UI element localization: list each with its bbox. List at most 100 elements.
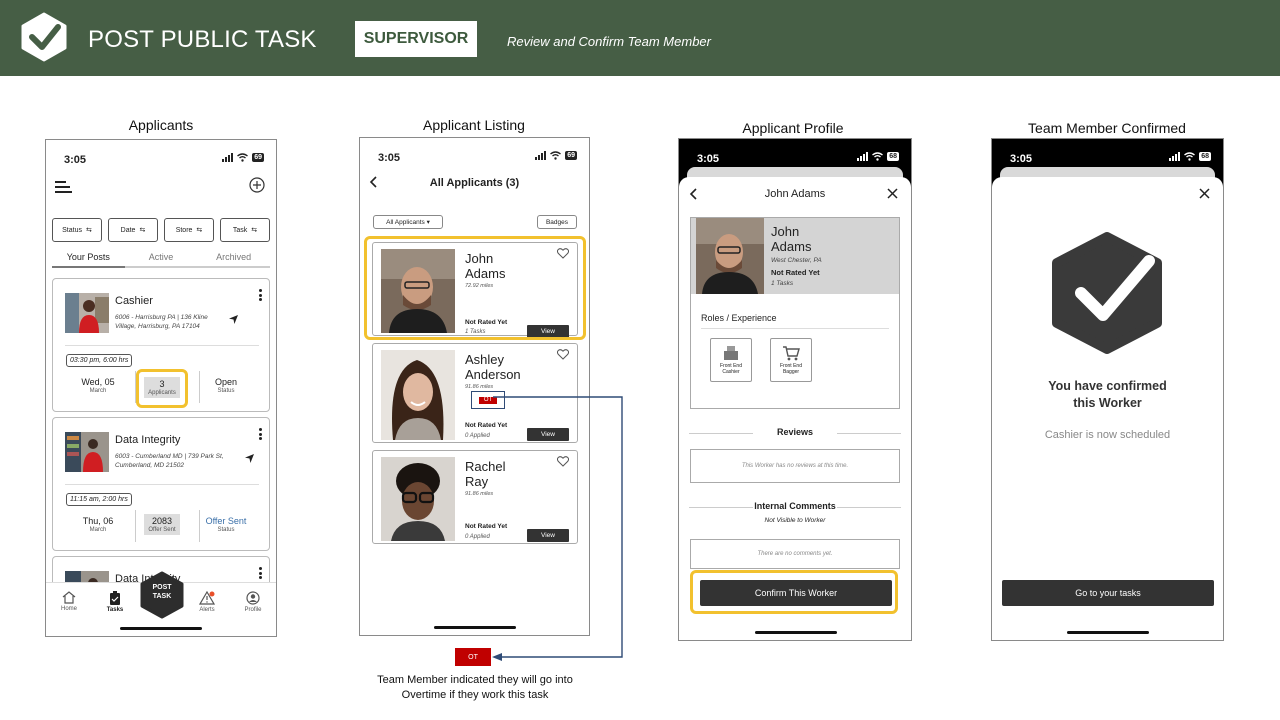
view-button[interactable]: View bbox=[527, 529, 569, 542]
close-icon[interactable] bbox=[1199, 188, 1210, 199]
task-photo-data-integrity bbox=[65, 432, 109, 472]
applicant-tasks: 0 Applied bbox=[465, 534, 490, 540]
wifi-icon bbox=[550, 151, 562, 160]
status-value: Offer Sent bbox=[205, 516, 247, 526]
nav-profile[interactable]: Profile bbox=[238, 591, 268, 613]
applicant-card-rachel-ray[interactable]: Rachel Ray 91.86 miles Not Rated Yet 0 Ap… bbox=[372, 450, 578, 544]
scheduled-message: Cashier is now scheduled bbox=[1044, 429, 1171, 441]
applicant-photo-rachel bbox=[381, 457, 455, 541]
panel-label-listing: Applicant Listing bbox=[423, 117, 525, 133]
all-applicants-dropdown[interactable]: All Applicants ▾ bbox=[373, 215, 443, 229]
selected-applicant-highlight bbox=[364, 236, 586, 340]
post-task-line1: POST bbox=[152, 584, 172, 591]
profile-location: West Chester, PA bbox=[771, 257, 822, 264]
offer-count: 2083 bbox=[151, 516, 173, 526]
heart-icon[interactable] bbox=[557, 456, 569, 467]
applicant-rating: Not Rated Yet bbox=[465, 523, 508, 530]
status-bar: 3:05 69 bbox=[360, 138, 589, 174]
offer-meta[interactable]: 2083 Offer Sent bbox=[127, 514, 197, 536]
check-shield-logo-icon bbox=[21, 12, 67, 62]
comments-heading: Internal Comments bbox=[689, 501, 901, 511]
phone-confirmed: 3:05 68 You have confirmed this Worker C… bbox=[991, 138, 1224, 641]
status-icons: 68 bbox=[857, 152, 899, 161]
tab-archived[interactable]: Archived bbox=[197, 250, 271, 268]
signal-icon bbox=[857, 152, 869, 161]
role-line2: Bagger bbox=[782, 369, 800, 375]
page-subtitle: Review and Confirm Team Member bbox=[507, 34, 711, 49]
task-title: Cashier bbox=[115, 295, 153, 307]
more-options-icon[interactable] bbox=[259, 289, 262, 301]
close-icon[interactable] bbox=[887, 188, 898, 199]
filter-task-label: Task bbox=[232, 226, 248, 234]
panel-label-confirmed: Team Member Confirmed bbox=[1028, 120, 1186, 136]
roles-heading: Roles / Experience bbox=[701, 313, 777, 323]
applicants-count-highlight bbox=[136, 369, 188, 408]
badges-button[interactable]: Badges bbox=[537, 215, 577, 229]
applicant-photo-ashley bbox=[381, 350, 455, 440]
status-icons: 69 bbox=[222, 153, 264, 162]
battery-icon: 69 bbox=[565, 151, 577, 160]
tab-your-posts[interactable]: Your Posts bbox=[52, 250, 125, 268]
applicant-first-name: Ashley bbox=[465, 352, 505, 367]
phone-applicants: 3:05 69 Status ⇆ Date ⇆ Store ⇆ Task ⇆ Your … bbox=[45, 139, 277, 637]
nav-home[interactable]: Home bbox=[54, 591, 84, 612]
wifi-icon bbox=[872, 152, 884, 161]
applicant-name: Rachel Ray bbox=[465, 459, 555, 489]
nav-tasks[interactable]: Tasks bbox=[100, 591, 130, 613]
status-time: 3:05 bbox=[64, 154, 87, 166]
time-pill: 03:30 pm, 6:00 hrs bbox=[66, 354, 133, 367]
filter-status-button[interactable]: Status ⇆ bbox=[52, 218, 102, 242]
task-title: Data Integrity bbox=[115, 434, 181, 446]
filter-status-label: Status bbox=[62, 226, 82, 234]
status-meta: Offer Sent Status bbox=[191, 516, 261, 533]
home-icon bbox=[62, 591, 76, 604]
menu-icon[interactable] bbox=[55, 180, 72, 194]
reviews-heading: Reviews bbox=[689, 427, 901, 437]
applicant-card-ashley-anderson[interactable]: Ashley Anderson 91.86 miles OT Not Rated … bbox=[372, 343, 578, 443]
heart-icon[interactable] bbox=[557, 349, 569, 360]
register-icon bbox=[724, 346, 738, 360]
applicant-tasks: 0 Applied bbox=[465, 433, 490, 439]
nav-alerts[interactable]: Alerts bbox=[192, 590, 222, 613]
applicant-distance: 91.86 miles bbox=[465, 491, 494, 497]
task-photo-cashier bbox=[65, 293, 109, 333]
nav-home-label: Home bbox=[60, 606, 77, 612]
applicant-first-name: Rachel bbox=[465, 459, 506, 474]
listing-title: All Applicants (3) bbox=[429, 177, 520, 189]
applicant-distance: 91.86 miles bbox=[465, 384, 494, 390]
view-button[interactable]: View bbox=[527, 428, 569, 441]
profile-first-name: John bbox=[771, 224, 800, 239]
phone-listing: 3:05 69 All Applicants (3) All Applicant… bbox=[359, 137, 590, 636]
profile-icon bbox=[246, 591, 260, 605]
profile-last-name: Adams bbox=[771, 239, 812, 254]
battery-icon: 68 bbox=[887, 152, 899, 161]
role-card-cashier: Front End Cashier bbox=[710, 338, 752, 382]
navigate-arrow-icon[interactable] bbox=[229, 315, 238, 324]
alert-icon bbox=[198, 590, 216, 605]
tab-active[interactable]: Active bbox=[124, 250, 198, 268]
navigate-arrow-icon[interactable] bbox=[245, 454, 254, 463]
ot-legend-badge: OT bbox=[455, 648, 491, 666]
more-options-icon[interactable] bbox=[259, 567, 262, 579]
confirm-button-highlight bbox=[690, 570, 898, 614]
filter-date-button[interactable]: Date ⇆ bbox=[108, 218, 158, 242]
nav-profile-label: Profile bbox=[244, 607, 262, 613]
task-address: 6003 - Cumberland MD | 739 Park St, Cumb… bbox=[115, 453, 224, 469]
more-options-icon[interactable] bbox=[259, 428, 262, 440]
date-value: Wed, 05 bbox=[81, 377, 115, 387]
profile-rating: Not Rated Yet bbox=[771, 268, 820, 277]
go-to-tasks-button[interactable]: Go to your tasks bbox=[1002, 580, 1214, 606]
filter-task-button[interactable]: Task ⇆ bbox=[220, 218, 270, 242]
ot-legend-note: Team Member indicated they will go into … bbox=[345, 673, 605, 703]
task-card-data-integrity[interactable]: Data Integrity 6003 - Cumberland MD | 73… bbox=[52, 417, 270, 551]
cart-icon bbox=[783, 346, 800, 361]
card-divider bbox=[65, 484, 259, 485]
post-task-label[interactable]: POST TASK bbox=[140, 583, 184, 601]
add-circle-icon[interactable] bbox=[249, 177, 265, 193]
applicant-name: Ashley Anderson bbox=[465, 352, 555, 382]
battery-icon: 69 bbox=[252, 153, 264, 162]
filter-store-button[interactable]: Store ⇆ bbox=[164, 218, 214, 242]
panel-label-applicants: Applicants bbox=[128, 117, 194, 133]
sliders-icon: ⇆ bbox=[139, 227, 146, 234]
confirmed-message: You have confirmed this Worker bbox=[992, 378, 1223, 412]
